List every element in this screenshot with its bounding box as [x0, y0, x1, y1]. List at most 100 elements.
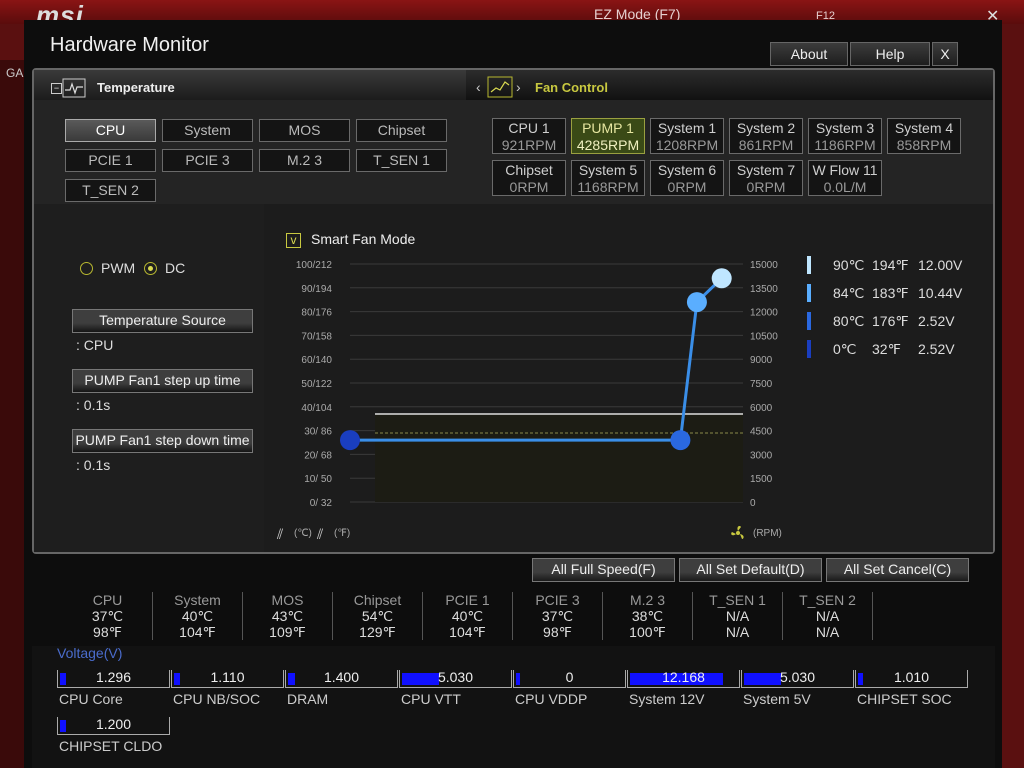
tab-temperature[interactable]: Temperature: [97, 80, 175, 95]
temp-readout: PCIE 3 37℃ 98℉: [513, 592, 603, 640]
temp-c: N/A: [725, 608, 750, 624]
fan-pump1[interactable]: PUMP 1 4285RPM: [571, 118, 645, 154]
voltage-value: 1.296: [95, 669, 132, 685]
all-full-speed-button[interactable]: All Full Speed(F): [532, 558, 675, 582]
temp-c: 37℃: [541, 608, 574, 624]
fan-curve-graph[interactable]: 100/212 90/194 80/176 70/158 60/140 50/122 40/…: [270, 250, 790, 520]
temp-f: 98℉: [543, 624, 572, 640]
legend-c: 84℃: [833, 285, 865, 301]
step-up-time-value: : 0.1s: [76, 397, 111, 413]
voltage-name: CHIPSET CLDO: [59, 738, 163, 754]
voltage-bar: 5.030: [399, 669, 512, 688]
voltage-name: System 12V: [629, 691, 705, 707]
temp-name: T_SEN 2: [799, 592, 856, 608]
voltage-bar: 5.030: [741, 669, 854, 688]
dc-radio[interactable]: [144, 262, 157, 275]
temp-readout: CPU 37℃ 98℉: [63, 592, 153, 640]
voltage-name: System 5V: [743, 691, 811, 707]
y-tick-left: 100/212: [296, 260, 333, 271]
fan-control-icon: [487, 76, 513, 98]
temp-c: 38℃: [631, 608, 664, 624]
temp-readout: T_SEN 1 N/A N/A: [693, 592, 783, 640]
window-title: Hardware Monitor: [50, 34, 209, 56]
y-tick-right: 15000: [750, 260, 778, 271]
about-button[interactable]: About: [770, 42, 848, 66]
y-tick-left: 60/140: [301, 355, 332, 366]
fan-system2[interactable]: System 2 861RPM: [729, 118, 803, 154]
temp-source-mos[interactable]: MOS: [259, 119, 350, 142]
curve-point[interactable]: [686, 292, 707, 313]
temp-source-pcie1[interactable]: PCIE 1: [65, 149, 156, 172]
fan-system6[interactable]: System 6 0RPM: [650, 160, 724, 196]
collapse-icon[interactable]: −: [51, 83, 62, 94]
tab-fan-control[interactable]: Fan Control: [535, 80, 608, 95]
voltage-value: 1.200: [95, 716, 132, 732]
y-tick-left: 80/176: [301, 308, 332, 319]
all-set-cancel-button[interactable]: All Set Cancel(C): [826, 558, 969, 582]
temp-c: 37℃: [91, 608, 124, 624]
background-sidebar: [0, 60, 26, 768]
fan-system1[interactable]: System 1 1208RPM: [650, 118, 724, 154]
legend-c: 90℃: [833, 257, 865, 273]
help-button[interactable]: Help: [850, 42, 930, 66]
fan-system7[interactable]: System 7 0RPM: [729, 160, 803, 196]
fan-system3[interactable]: System 3 1186RPM: [808, 118, 882, 154]
step-up-time-button[interactable]: PUMP Fan1 step up time: [72, 369, 253, 393]
background-side-label: GA: [6, 66, 24, 80]
curve-point[interactable]: [711, 268, 732, 289]
fan-next-icon[interactable]: ›: [516, 79, 521, 95]
y-tick-left: 90/194: [301, 284, 332, 295]
temp-name: M.2 3: [629, 592, 665, 608]
voltage-bar: 1.010: [855, 669, 968, 688]
temp-source-pcie3[interactable]: PCIE 3: [162, 149, 253, 172]
all-set-default-button[interactable]: All Set Default(D): [679, 558, 822, 582]
temp-source-chipset[interactable]: Chipset: [356, 119, 447, 142]
voltage-bar: 1.110: [171, 669, 284, 688]
thermometer-icon-f: ⫽: [317, 526, 324, 542]
temp-source-cpu[interactable]: CPU: [65, 119, 156, 142]
temp-source-system[interactable]: System: [162, 119, 253, 142]
temp-name: System: [174, 592, 221, 608]
legend-c: 0℃: [833, 341, 857, 357]
temp-name: PCIE 3: [535, 592, 580, 608]
y-tick-left: 50/122: [301, 379, 332, 390]
temp-f: N/A: [815, 624, 840, 640]
temp-source-tsen2[interactable]: T_SEN 2: [65, 179, 156, 202]
y-tick-right: 9000: [750, 355, 773, 366]
temp-f: 100℉: [629, 624, 666, 640]
temp-name: Chipset: [353, 592, 402, 608]
close-button[interactable]: X: [932, 42, 958, 66]
fan-system4[interactable]: System 4 858RPM: [887, 118, 961, 154]
y-tick-left: 70/158: [301, 331, 332, 342]
legend-f: 183℉: [872, 285, 909, 301]
current-range-box: [375, 414, 743, 502]
y-tick-right: 7500: [750, 379, 773, 390]
voltage-name: CPU NB/SOC: [173, 691, 261, 707]
temp-source-tsen1[interactable]: T_SEN 1: [356, 149, 447, 172]
smart-fan-checkbox[interactable]: v: [286, 233, 301, 248]
fan-wflow11[interactable]: W Flow 11 0.0L/M: [808, 160, 882, 196]
fan-chipset[interactable]: Chipset 0RPM: [492, 160, 566, 196]
curve-point[interactable]: [340, 430, 360, 451]
temp-name: PCIE 1: [445, 592, 490, 608]
thermometer-icon-c: ⫽: [277, 526, 284, 542]
temp-readout: MOS 43℃ 109℉: [243, 592, 333, 640]
unit-fahrenheit: (℉): [334, 528, 351, 539]
temp-f: 109℉: [269, 624, 306, 640]
voltage-value: 5.030: [437, 669, 474, 685]
dc-label: DC: [165, 260, 186, 276]
fan-system5[interactable]: System 5 1168RPM: [571, 160, 645, 196]
temp-source-m2-3[interactable]: M.2 3: [259, 149, 350, 172]
pwm-radio[interactable]: [80, 262, 93, 275]
step-down-time-button[interactable]: PUMP Fan1 step down time: [72, 429, 253, 453]
y-tick-right: 13500: [750, 284, 778, 295]
temperature-source-button[interactable]: Temperature Source: [72, 309, 253, 333]
temp-c: 54℃: [361, 608, 394, 624]
voltage-area: [32, 646, 995, 768]
voltage-bar: 1.200: [57, 716, 170, 735]
voltage-name: CPU VTT: [401, 691, 461, 707]
fan-cpu1[interactable]: CPU 1 921RPM: [492, 118, 566, 154]
fan-prev-icon[interactable]: ‹: [476, 79, 481, 95]
legend-color-bar: [807, 340, 811, 358]
curve-point[interactable]: [670, 430, 691, 451]
